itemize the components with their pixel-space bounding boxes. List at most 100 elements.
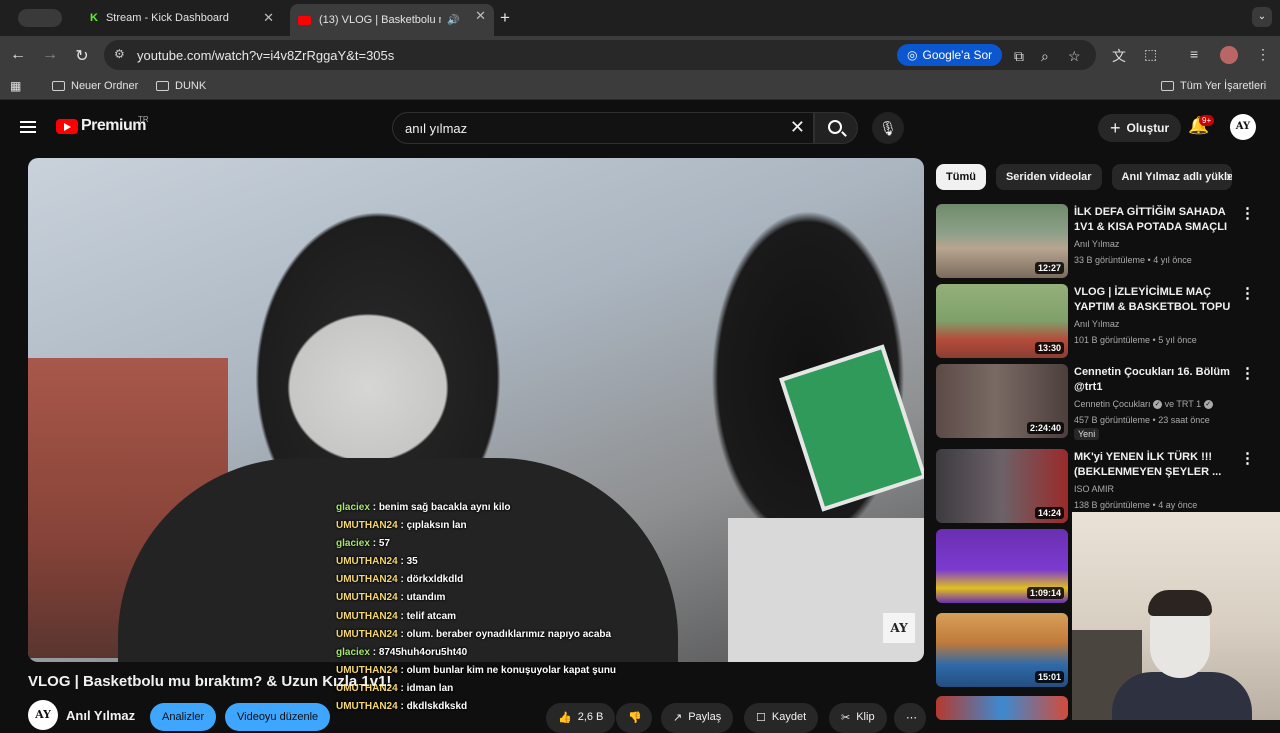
video-frame-sign	[779, 344, 924, 512]
edit-video-button[interactable]: Videoyu düzenle	[225, 703, 331, 731]
recommended-video[interactable]: 2:24:40 Cennetin Çocukları 16. Bölüm @tr…	[936, 364, 1272, 446]
recommended-video[interactable]: 15:01	[936, 613, 1070, 687]
install-app-icon[interactable]: ⧉	[1014, 48, 1024, 65]
rec-channel[interactable]: ISO AMIR	[1074, 482, 1114, 496]
chat-separator: :	[369, 538, 379, 550]
menu-icon[interactable]: ⋮	[1256, 46, 1270, 63]
speaker-icon[interactable]: 🔊	[447, 15, 459, 26]
tab-search-icon[interactable]: ⌄	[1252, 7, 1272, 27]
more-options-icon[interactable]: ⋮	[1240, 364, 1255, 382]
browser-toolbar: ← → ↻ ⚙ youtube.com/watch?v=i4v8ZrRggaY&…	[0, 36, 1280, 74]
chat-username: UMUTHAN24	[336, 701, 398, 713]
rec-channel[interactable]: Cennetin Çocukları ✓ ve TRT 1 ✓	[1074, 397, 1213, 411]
close-tab-icon[interactable]: ✕	[263, 10, 274, 26]
create-button[interactable]: + Oluştur	[1098, 114, 1182, 142]
verified-icon: ✓	[1203, 400, 1213, 410]
chat-separator: :	[397, 701, 407, 713]
all-bookmarks[interactable]: Tüm Yer İşaretleri	[1161, 80, 1266, 92]
logo-text: Premium	[81, 117, 146, 134]
recommended-video[interactable]: 1:09:14	[936, 529, 1070, 603]
extensions-icon[interactable]: ⬚	[1144, 46, 1157, 63]
rec-title[interactable]: MK'yi YENEN İLK TÜRK !!! (BEKLENMEYEN ŞE…	[1074, 450, 1239, 480]
chat-separator: :	[369, 502, 379, 513]
filter-chips: Tümü Seriden videolar Anıl Yılmaz adlı y…	[936, 164, 1232, 190]
more-options-icon[interactable]: ⋮	[1240, 204, 1255, 222]
back-icon[interactable]: ←	[8, 46, 28, 64]
more-actions-button[interactable]: ⋯	[894, 703, 926, 733]
video-thumbnail[interactable]: 14:24	[936, 449, 1068, 523]
bookmarks-bar: ▦ Neuer Ordner DUNK Tüm Yer İşaretleri	[0, 74, 1280, 100]
chat-separator: :	[397, 664, 407, 676]
chat-separator: :	[397, 556, 407, 568]
search-input[interactable]: anıl yılmaz	[405, 121, 467, 136]
video-thumbnail[interactable]: 1:09:14	[936, 529, 1068, 603]
voice-search-icon[interactable]: 🎙	[872, 112, 904, 144]
recommended-video[interactable]: 13:30 VLOG | İZLEYİCİMLE MAÇ YAPTIM & BA…	[936, 284, 1272, 358]
reading-list-icon[interactable]: ≡	[1190, 46, 1198, 62]
tab-youtube[interactable]: (13) VLOG | Basketbolu m 🔊 ✕	[290, 4, 494, 36]
hamburger-menu-icon[interactable]	[20, 121, 36, 133]
chevron-right-icon[interactable]: ›	[1226, 168, 1231, 186]
reload-icon[interactable]: ↻	[72, 46, 92, 66]
chip-uploads[interactable]: Anıl Yılmaz adlı yükle	[1111, 164, 1232, 190]
rec-channel[interactable]: Anıl Yılmaz	[1074, 317, 1119, 331]
search-box[interactable]: anıl yılmaz ✕	[392, 112, 814, 144]
youtube-premium-logo[interactable]: Premium TR	[56, 115, 149, 135]
rec-title[interactable]: VLOG | İZLEYİCİMLE MAÇ YAPTIM & BASKETBO…	[1074, 285, 1239, 315]
kick-favicon-icon: K	[90, 12, 98, 24]
channel-name[interactable]: Anıl Yılmaz	[66, 708, 135, 723]
more-options-icon[interactable]: ⋮	[1240, 284, 1255, 302]
new-tab-icon[interactable]: +	[500, 8, 510, 28]
like-button[interactable]: 👍 2,6 B	[546, 703, 616, 733]
video-thumbnail[interactable]: 13:30	[936, 284, 1068, 358]
channel-watermark[interactable]: AY	[883, 613, 915, 643]
recommended-video[interactable]	[936, 696, 1070, 720]
account-avatar[interactable]: AY	[1230, 114, 1256, 140]
duration-badge: 2:24:40	[1026, 422, 1064, 434]
share-button[interactable]: ↗ Paylaş	[661, 703, 734, 733]
zoom-icon[interactable]: ⌕	[1041, 48, 1049, 65]
video-thumbnail[interactable]: 15:01	[936, 613, 1068, 687]
rec-title[interactable]: İLK DEFA GİTTİĞİM SAHADA 1V1 & KISA POTA…	[1074, 205, 1239, 235]
close-tab-icon[interactable]: ✕	[475, 8, 486, 24]
channel-avatar[interactable]: AY	[28, 700, 58, 730]
save-button[interactable]: ☐ Kaydet	[744, 703, 819, 733]
folder-icon	[156, 81, 169, 91]
translate-icon[interactable]: 文	[1112, 46, 1126, 66]
rec-channel[interactable]: Anıl Yılmaz	[1074, 237, 1119, 251]
analytics-button[interactable]: Analizler	[150, 703, 217, 731]
bookmark-folder-dunk[interactable]: DUNK	[156, 80, 206, 92]
chip-series[interactable]: Seriden videolar	[995, 164, 1102, 190]
chat-text: benim sağ bacakla aynı kilo	[378, 502, 511, 513]
folder-icon	[52, 81, 65, 91]
forward-icon[interactable]: →	[40, 46, 60, 64]
chat-message: UMUTHAN24 : telif atcam	[336, 608, 616, 626]
bookmark-star-icon[interactable]: ☆	[1068, 48, 1081, 65]
apps-grid-icon[interactable]: ▦	[10, 79, 21, 93]
clip-button[interactable]: ✂ Klip	[829, 703, 887, 733]
bookmark-folder-neuer-ordner[interactable]: Neuer Ordner	[52, 80, 138, 92]
clear-search-icon[interactable]: ✕	[790, 117, 805, 138]
tab-kick[interactable]: K Stream - Kick Dashboard ✕	[82, 6, 282, 30]
tab-groups-button[interactable]	[18, 9, 62, 27]
chip-all[interactable]: Tümü	[936, 164, 986, 190]
video-thumbnail[interactable]: 12:27	[936, 204, 1068, 278]
profile-icon[interactable]	[1220, 46, 1238, 64]
video-thumbnail[interactable]: 2:24:40	[936, 364, 1068, 438]
chat-message: UMUTHAN24 : dörkxldkdld	[336, 571, 616, 589]
address-bar[interactable]: ⚙ youtube.com/watch?v=i4v8ZrRggaY&t=305s…	[104, 40, 1096, 70]
rec-channel-name: Cennetin Çocukları	[1074, 399, 1151, 409]
dislike-button[interactable]: 👎	[616, 703, 652, 733]
like-count: 2,6 B	[577, 711, 604, 723]
rec-title[interactable]: Cennetin Çocukları 16. Bölüm @trt1	[1074, 365, 1239, 395]
bookmark-label: DUNK	[175, 80, 207, 92]
video-thumbnail[interactable]	[936, 696, 1068, 720]
share-icon: ↗	[673, 712, 683, 724]
search-button[interactable]	[814, 112, 858, 144]
site-info-icon[interactable]: ⚙	[114, 47, 125, 61]
duration-badge: 14:24	[1034, 507, 1064, 519]
chat-separator: :	[397, 628, 407, 640]
more-options-icon[interactable]: ⋮	[1240, 449, 1255, 467]
ask-google-button[interactable]: ◎ Google'a Sor	[897, 44, 1003, 66]
recommended-video[interactable]: 12:27 İLK DEFA GİTTİĞİM SAHADA 1V1 & KIS…	[936, 204, 1272, 278]
